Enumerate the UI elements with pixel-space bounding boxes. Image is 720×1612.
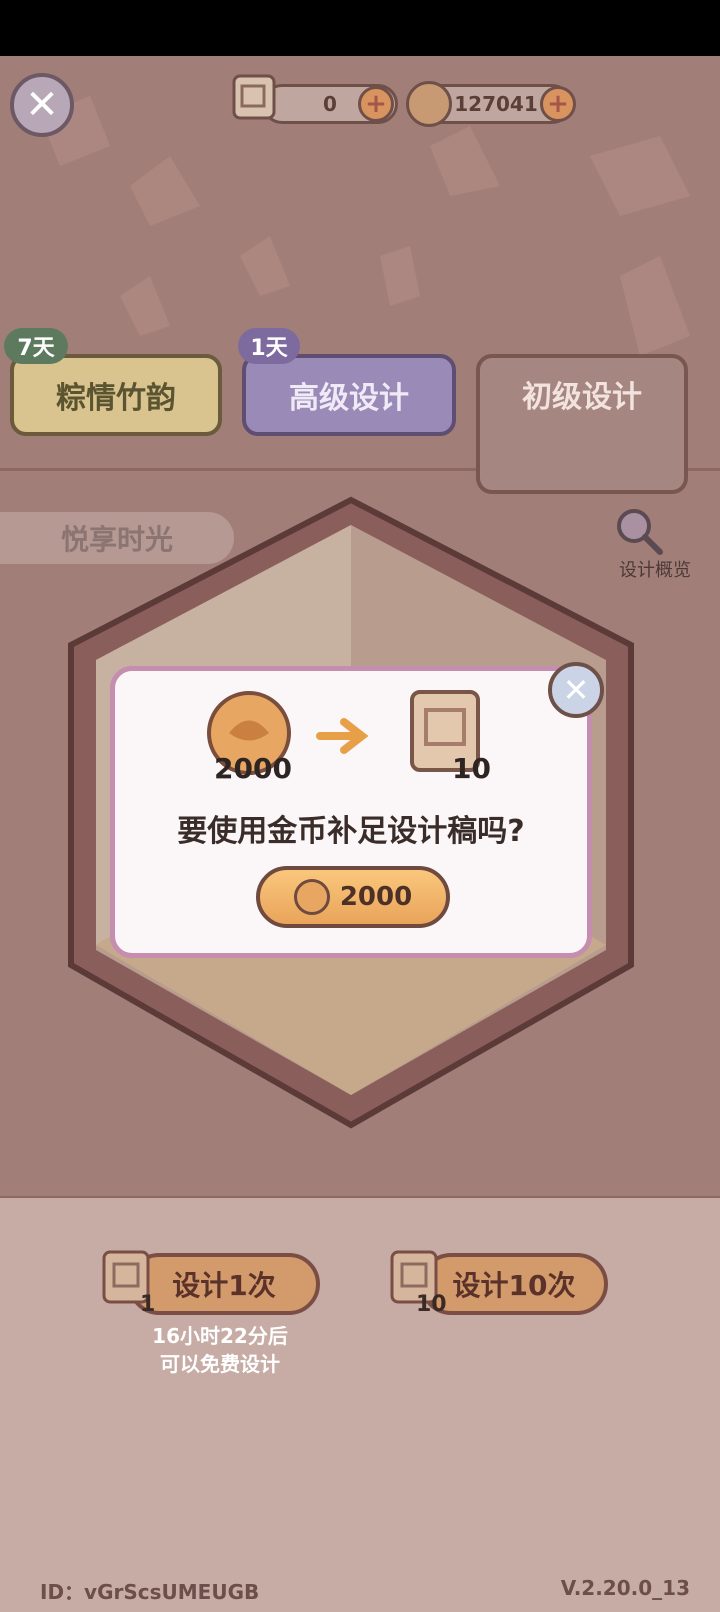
arrow-right-icon <box>316 716 374 756</box>
tab-advanced-design[interactable]: 高级设计 <box>242 354 456 436</box>
dialog-close-button[interactable]: ✕ <box>548 662 604 718</box>
design-scroll-icon <box>228 70 280 124</box>
days-left-badge: 7天 <box>4 328 68 364</box>
plus-icon: + <box>547 89 569 119</box>
add-scroll-button[interactable]: + <box>358 86 394 122</box>
free-design-notice: 16小时22分后 可以免费设计 <box>152 1324 288 1376</box>
status-bar <box>0 0 720 56</box>
add-coin-button[interactable]: + <box>540 86 576 122</box>
cost-count: 1 <box>140 1292 156 1317</box>
tab-label: 高级设计 <box>289 381 409 416</box>
dialog-question: 要使用金币补足设计稿吗? <box>177 814 525 849</box>
version-label: V.2.20.0_13 <box>560 1576 690 1600</box>
user-id: ID：vGrScsUMEUGB <box>40 1580 260 1604</box>
scroll-count: 0 <box>323 92 337 116</box>
tab-zongqing[interactable]: 粽情竹韵 <box>10 354 222 436</box>
reward-amount: 10 <box>452 752 491 785</box>
coin-count: 127041 <box>454 92 538 116</box>
tab-label: 初级设计 <box>522 380 642 415</box>
confirm-buy-button[interactable]: 2000 <box>256 866 450 928</box>
cost-count: 10 <box>416 1292 447 1317</box>
tab-label: 粽情竹韵 <box>56 381 176 416</box>
cost-amount: 2000 <box>214 752 292 785</box>
close-icon: ✕ <box>562 671 590 709</box>
coin-icon <box>293 879 330 915</box>
design-ten-button[interactable]: 设计10次 <box>420 1253 608 1315</box>
coin-icon <box>406 81 452 127</box>
plus-icon: + <box>365 89 387 119</box>
close-icon: ✕ <box>25 82 59 128</box>
close-button[interactable]: ✕ <box>10 73 74 137</box>
design-once-button[interactable]: 设计1次 <box>128 1253 320 1315</box>
days-left-badge: 1天 <box>238 328 300 364</box>
tab-basic-design[interactable]: 初级设计 <box>476 354 688 494</box>
